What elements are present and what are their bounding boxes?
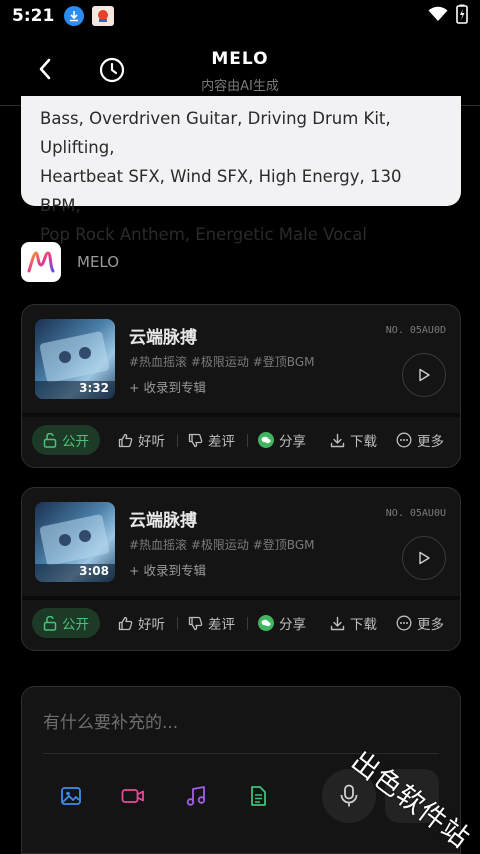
song-action-bar: 公开 好听 差评 分享 下载 更多 — [32, 425, 452, 455]
dislike-button[interactable]: 差评 — [188, 425, 235, 455]
video-icon — [121, 789, 144, 803]
download-icon — [330, 433, 345, 447]
public-label: 公开 — [62, 434, 89, 450]
song-card[interactable]: 3:32 云端脉搏 NO. 05AU0D #热血摇滚 #极限运动 #登顶BGM … — [21, 304, 461, 468]
song-tags: #热血摇滚 #极限运动 #登顶BGM — [129, 355, 315, 369]
dislike-button[interactable]: 差评 — [188, 608, 235, 638]
more-icon — [396, 432, 412, 448]
song-duration: 3:32 — [79, 381, 109, 395]
song-number: NO. 05AU0U — [385, 508, 446, 519]
prompt-line: Bass, Overdriven Guitar, Driving Drum Ki… — [40, 109, 391, 157]
battery-icon — [456, 4, 468, 28]
thumbs-up-icon — [118, 433, 133, 447]
prompt-line: Heartbeat SFX, Wind SFX, High Energy, 13… — [40, 167, 402, 215]
image-icon — [61, 787, 81, 805]
public-toggle-button[interactable]: 公开 — [32, 608, 100, 638]
share-label: 分享 — [279, 434, 306, 450]
status-time: 5:21 — [12, 6, 55, 26]
add-image-button[interactable] — [58, 783, 84, 809]
assistant-header: MELO — [21, 242, 119, 282]
page-title: MELO — [211, 49, 269, 69]
download-label: 下载 — [350, 617, 377, 633]
song-title: 云端脉搏 — [129, 511, 197, 531]
app-notification-icon — [92, 6, 115, 26]
ai-disclaimer: 内容由AI生成 — [201, 79, 279, 94]
add-music-button[interactable] — [183, 783, 209, 809]
separator — [247, 617, 248, 630]
thumbs-down-icon — [188, 433, 203, 447]
add-document-button[interactable] — [245, 783, 271, 809]
song-tags: #热血摇滚 #极限运动 #登顶BGM — [129, 538, 315, 552]
like-button[interactable]: 好听 — [118, 425, 165, 455]
play-icon — [419, 368, 430, 382]
add-to-album-button[interactable]: + 收录到专辑 — [129, 377, 206, 396]
separator — [177, 434, 178, 447]
assistant-name: MELO — [77, 253, 120, 271]
message-input[interactable]: 有什么要补充的... — [43, 708, 178, 733]
song-cover-art: 3:32 — [35, 319, 115, 399]
separator — [247, 434, 248, 447]
thumbs-down-icon — [188, 616, 203, 630]
public-toggle-button[interactable]: 公开 — [32, 425, 100, 455]
share-button[interactable]: 分享 — [258, 425, 306, 455]
unlock-icon — [43, 615, 57, 631]
unlock-icon — [43, 432, 57, 448]
card-divider — [22, 413, 460, 417]
song-card[interactable]: 3:08 云端脉搏 NO. 05AU0U #热血摇滚 #极限运动 #登顶BGM … — [21, 487, 461, 651]
dislike-label: 差评 — [208, 617, 235, 633]
play-icon — [419, 551, 430, 565]
card-divider — [22, 596, 460, 600]
document-icon — [251, 786, 266, 806]
more-label: 更多 — [417, 434, 444, 450]
play-button[interactable] — [402, 353, 446, 397]
microphone-icon — [340, 784, 358, 807]
like-button[interactable]: 好听 — [118, 608, 165, 638]
song-number: NO. 05AU0D — [385, 325, 446, 336]
song-title: 云端脉搏 — [129, 328, 197, 348]
like-label: 好听 — [138, 617, 165, 633]
music-icon — [186, 786, 206, 806]
download-button[interactable]: 下载 — [330, 425, 377, 455]
song-cover-art: 3:08 — [35, 502, 115, 582]
status-bar: 5:21 — [0, 0, 480, 32]
wifi-icon — [428, 6, 448, 26]
more-button[interactable]: 更多 — [396, 425, 444, 455]
download-notification-icon — [64, 6, 85, 26]
download-label: 下载 — [350, 434, 377, 450]
play-button[interactable] — [402, 536, 446, 580]
more-button[interactable]: 更多 — [396, 608, 444, 638]
share-button[interactable]: 分享 — [258, 608, 306, 638]
public-label: 公开 — [62, 617, 89, 633]
separator — [177, 617, 178, 630]
download-button[interactable]: 下载 — [330, 608, 377, 638]
song-action-bar: 公开 好听 差评 分享 下载 更多 — [32, 608, 452, 638]
download-icon — [330, 616, 345, 630]
add-video-button[interactable] — [120, 783, 146, 809]
like-label: 好听 — [138, 434, 165, 450]
user-prompt-bubble: Bass, Overdriven Guitar, Driving Drum Ki… — [21, 96, 461, 244]
top-app-bar: MELO 内容由AI生成 — [0, 32, 480, 106]
share-label: 分享 — [279, 617, 306, 633]
thumbs-up-icon — [118, 616, 133, 630]
add-to-album-button[interactable]: + 收录到专辑 — [129, 560, 206, 579]
more-label: 更多 — [417, 617, 444, 633]
wechat-icon — [258, 615, 274, 631]
melo-logo-avatar — [21, 242, 61, 282]
dislike-label: 差评 — [208, 434, 235, 450]
wechat-icon — [258, 432, 274, 448]
song-duration: 3:08 — [79, 564, 109, 578]
more-icon — [396, 615, 412, 631]
